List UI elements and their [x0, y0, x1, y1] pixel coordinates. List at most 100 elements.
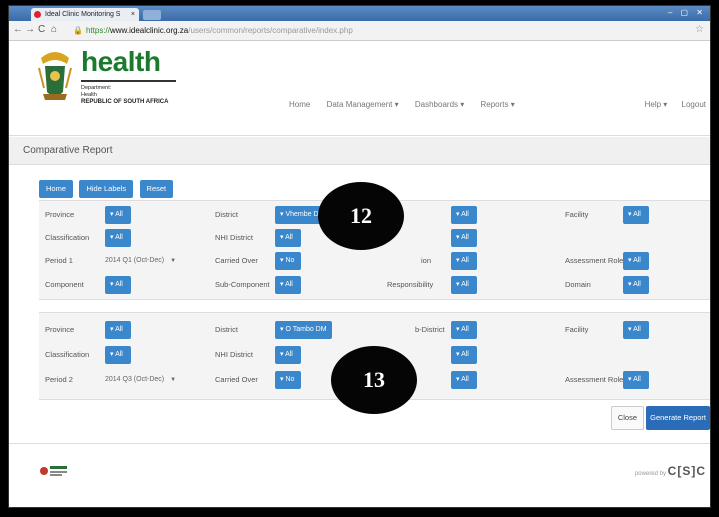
lock-icon: 🔒 [73, 26, 83, 35]
filter-row: Component ▾ All Sub-Component ▾ All Resp… [39, 274, 710, 296]
nav-help[interactable]: Help ▾ [645, 100, 668, 109]
logo-line-1: Department: [81, 85, 112, 91]
browser-titlebar: Ideal Clinic Monitoring S × – ▢ ✕ [9, 6, 710, 21]
close-button[interactable]: Close [610, 406, 644, 430]
domain-label: Domain [565, 280, 591, 289]
close-tab-icon[interactable]: × [131, 8, 135, 21]
cluster-dropdown[interactable]: ▾ All [451, 229, 477, 247]
nhi-district-label: NHI District [215, 350, 253, 359]
page-title: Comparative Report [9, 137, 710, 165]
powered-by: powered by C[S]C [635, 464, 706, 478]
nhi-district-dropdown[interactable]: ▾ All [275, 229, 301, 247]
district-dropdown[interactable]: ▾ Vhembe D [275, 206, 324, 224]
address-bar-row: ← → C ⌂ 🔒 https://www.idealclinic.org.za/… [9, 21, 710, 41]
assessment-role-dropdown[interactable]: ▾ All [623, 371, 649, 389]
tab-title: Ideal Clinic Monitoring S [45, 11, 121, 18]
department-logo[interactable]: health Department: Health REPUBLIC OF SO… [81, 46, 176, 106]
back-arrow-icon[interactable]: ← [13, 24, 23, 35]
carried-over-label: Carried Over [215, 256, 258, 265]
sub-district-dropdown[interactable]: ▾ All [451, 206, 477, 224]
region-label: ion [421, 256, 432, 265]
nav-logout[interactable]: Logout [682, 100, 706, 109]
classification-label: Classification [45, 233, 90, 242]
province-label: Province [45, 210, 75, 219]
component-dropdown[interactable]: ▾ All [105, 276, 131, 294]
nav-reports[interactable]: Reports ▾ [480, 100, 514, 109]
url-host: www.idealclinic.org.za [109, 26, 189, 35]
filter-row: Province ▾ All District ▾ O Tambo DM b-D… [39, 319, 710, 341]
period-select[interactable]: 2014 Q3 (Oct-Dec) ▼ [105, 373, 176, 387]
logo-word: health [81, 46, 161, 77]
carried-over-dropdown[interactable]: ▾ No [275, 252, 301, 270]
reset-button[interactable]: Reset [139, 180, 174, 198]
reload-icon[interactable]: C [38, 24, 45, 35]
sub-component-dropdown[interactable]: ▾ All [275, 276, 301, 294]
report-toolbar: Home Hide Labels Reset [39, 178, 175, 198]
responsibility-label: Responsibility [387, 280, 434, 289]
period-select-value: 2014 Q3 (Oct-Dec) [105, 376, 165, 383]
period-select[interactable]: 2014 Q1 (Oct-Dec) ▼ [105, 254, 176, 268]
favicon-icon [34, 11, 41, 18]
url-path: /users/common/reports/comparative/index.… [188, 26, 353, 35]
facility-label: Facility [565, 325, 589, 334]
classification-dropdown[interactable]: ▾ All [105, 346, 131, 364]
nhi-district-label: NHI District [215, 233, 253, 242]
bookmark-star-icon[interactable]: ☆ [695, 24, 704, 35]
nav-dashboards[interactable]: Dashboards ▾ [415, 100, 464, 109]
footer-health-logo-icon [40, 466, 67, 476]
province-label: Province [45, 325, 75, 334]
carried-over-label: Carried Over [215, 375, 258, 384]
url-scheme: https:// [85, 26, 110, 35]
nav-home[interactable]: Home [289, 100, 310, 109]
caret-down-icon: ▼ [170, 258, 177, 264]
period-label: Period 1 [45, 256, 73, 265]
province-dropdown[interactable]: ▾ All [105, 321, 131, 339]
region-dropdown[interactable]: ▾ All [451, 252, 477, 270]
sub-district-label: b-District [415, 325, 445, 334]
assessment-role-label: Assessment Role [565, 256, 624, 265]
carried-over-dropdown[interactable]: ▾ No [275, 371, 301, 389]
sub-district-dropdown[interactable]: ▾ All [451, 321, 477, 339]
coat-of-arms-icon [38, 52, 72, 100]
powered-by-label: powered by [634, 471, 666, 477]
province-dropdown[interactable]: ▾ All [105, 206, 131, 224]
district-label: District [215, 210, 238, 219]
hide-labels-button[interactable]: Hide Labels [79, 180, 134, 198]
sub-component-label: Sub-Component [215, 280, 270, 289]
facility-dropdown[interactable]: ▾ All [623, 206, 649, 224]
period-select-value: 2014 Q1 (Oct-Dec) [105, 257, 165, 264]
nav-data-management[interactable]: Data Management ▾ [327, 100, 399, 109]
period-label: Period 2 [45, 375, 73, 384]
cluster-dropdown[interactable]: ▾ All [451, 346, 477, 364]
logo-divider [81, 80, 176, 82]
csc-logo: C[S]C [667, 464, 706, 478]
classification-label: Classification [45, 350, 90, 359]
url-field[interactable]: 🔒 https://www.idealclinic.org.za/users/co… [69, 24, 689, 38]
nhi-district-dropdown[interactable]: ▾ All [275, 346, 301, 364]
browser-tab[interactable]: Ideal Clinic Monitoring S × [31, 8, 139, 21]
callout-badge-12: 12 [318, 182, 404, 250]
classification-dropdown[interactable]: ▾ All [105, 229, 131, 247]
district-label: District [215, 325, 238, 334]
domain-dropdown[interactable]: ▾ All [623, 276, 649, 294]
home-icon[interactable]: ⌂ [51, 24, 57, 35]
window-controls[interactable]: – ▢ ✕ [668, 8, 706, 17]
callout-badge-13: 13 [331, 346, 417, 414]
page-footer: powered by C[S]C [9, 443, 710, 507]
site-header: health Department: Health REPUBLIC OF SO… [9, 42, 710, 136]
main-nav: Home Data Management ▾ Dashboards ▾ Repo… [289, 100, 529, 109]
logo-line-3: REPUBLIC OF SOUTH AFRICA [81, 99, 169, 105]
generate-report-button[interactable]: Generate Report [646, 406, 710, 430]
assessment-role-dropdown[interactable]: ▾ All [623, 252, 649, 270]
facility-dropdown[interactable]: ▾ All [623, 321, 649, 339]
filter-row: Period 1 2014 Q1 (Oct-Dec) ▼ Carried Over… [39, 250, 710, 272]
assessment-role-label: Assessment Role [565, 375, 624, 384]
component-label: Component [45, 280, 84, 289]
home-button[interactable]: Home [39, 180, 74, 198]
district-dropdown[interactable]: ▾ O Tambo DM [275, 321, 332, 339]
responsibility-dropdown[interactable]: ▾ All [451, 276, 477, 294]
screenshot-frame: Ideal Clinic Monitoring S × – ▢ ✕ ← → C … [8, 5, 711, 508]
new-tab-button[interactable] [143, 10, 161, 20]
region-dropdown[interactable]: ▾ All [451, 371, 477, 389]
forward-arrow-icon[interactable]: → [25, 24, 35, 35]
